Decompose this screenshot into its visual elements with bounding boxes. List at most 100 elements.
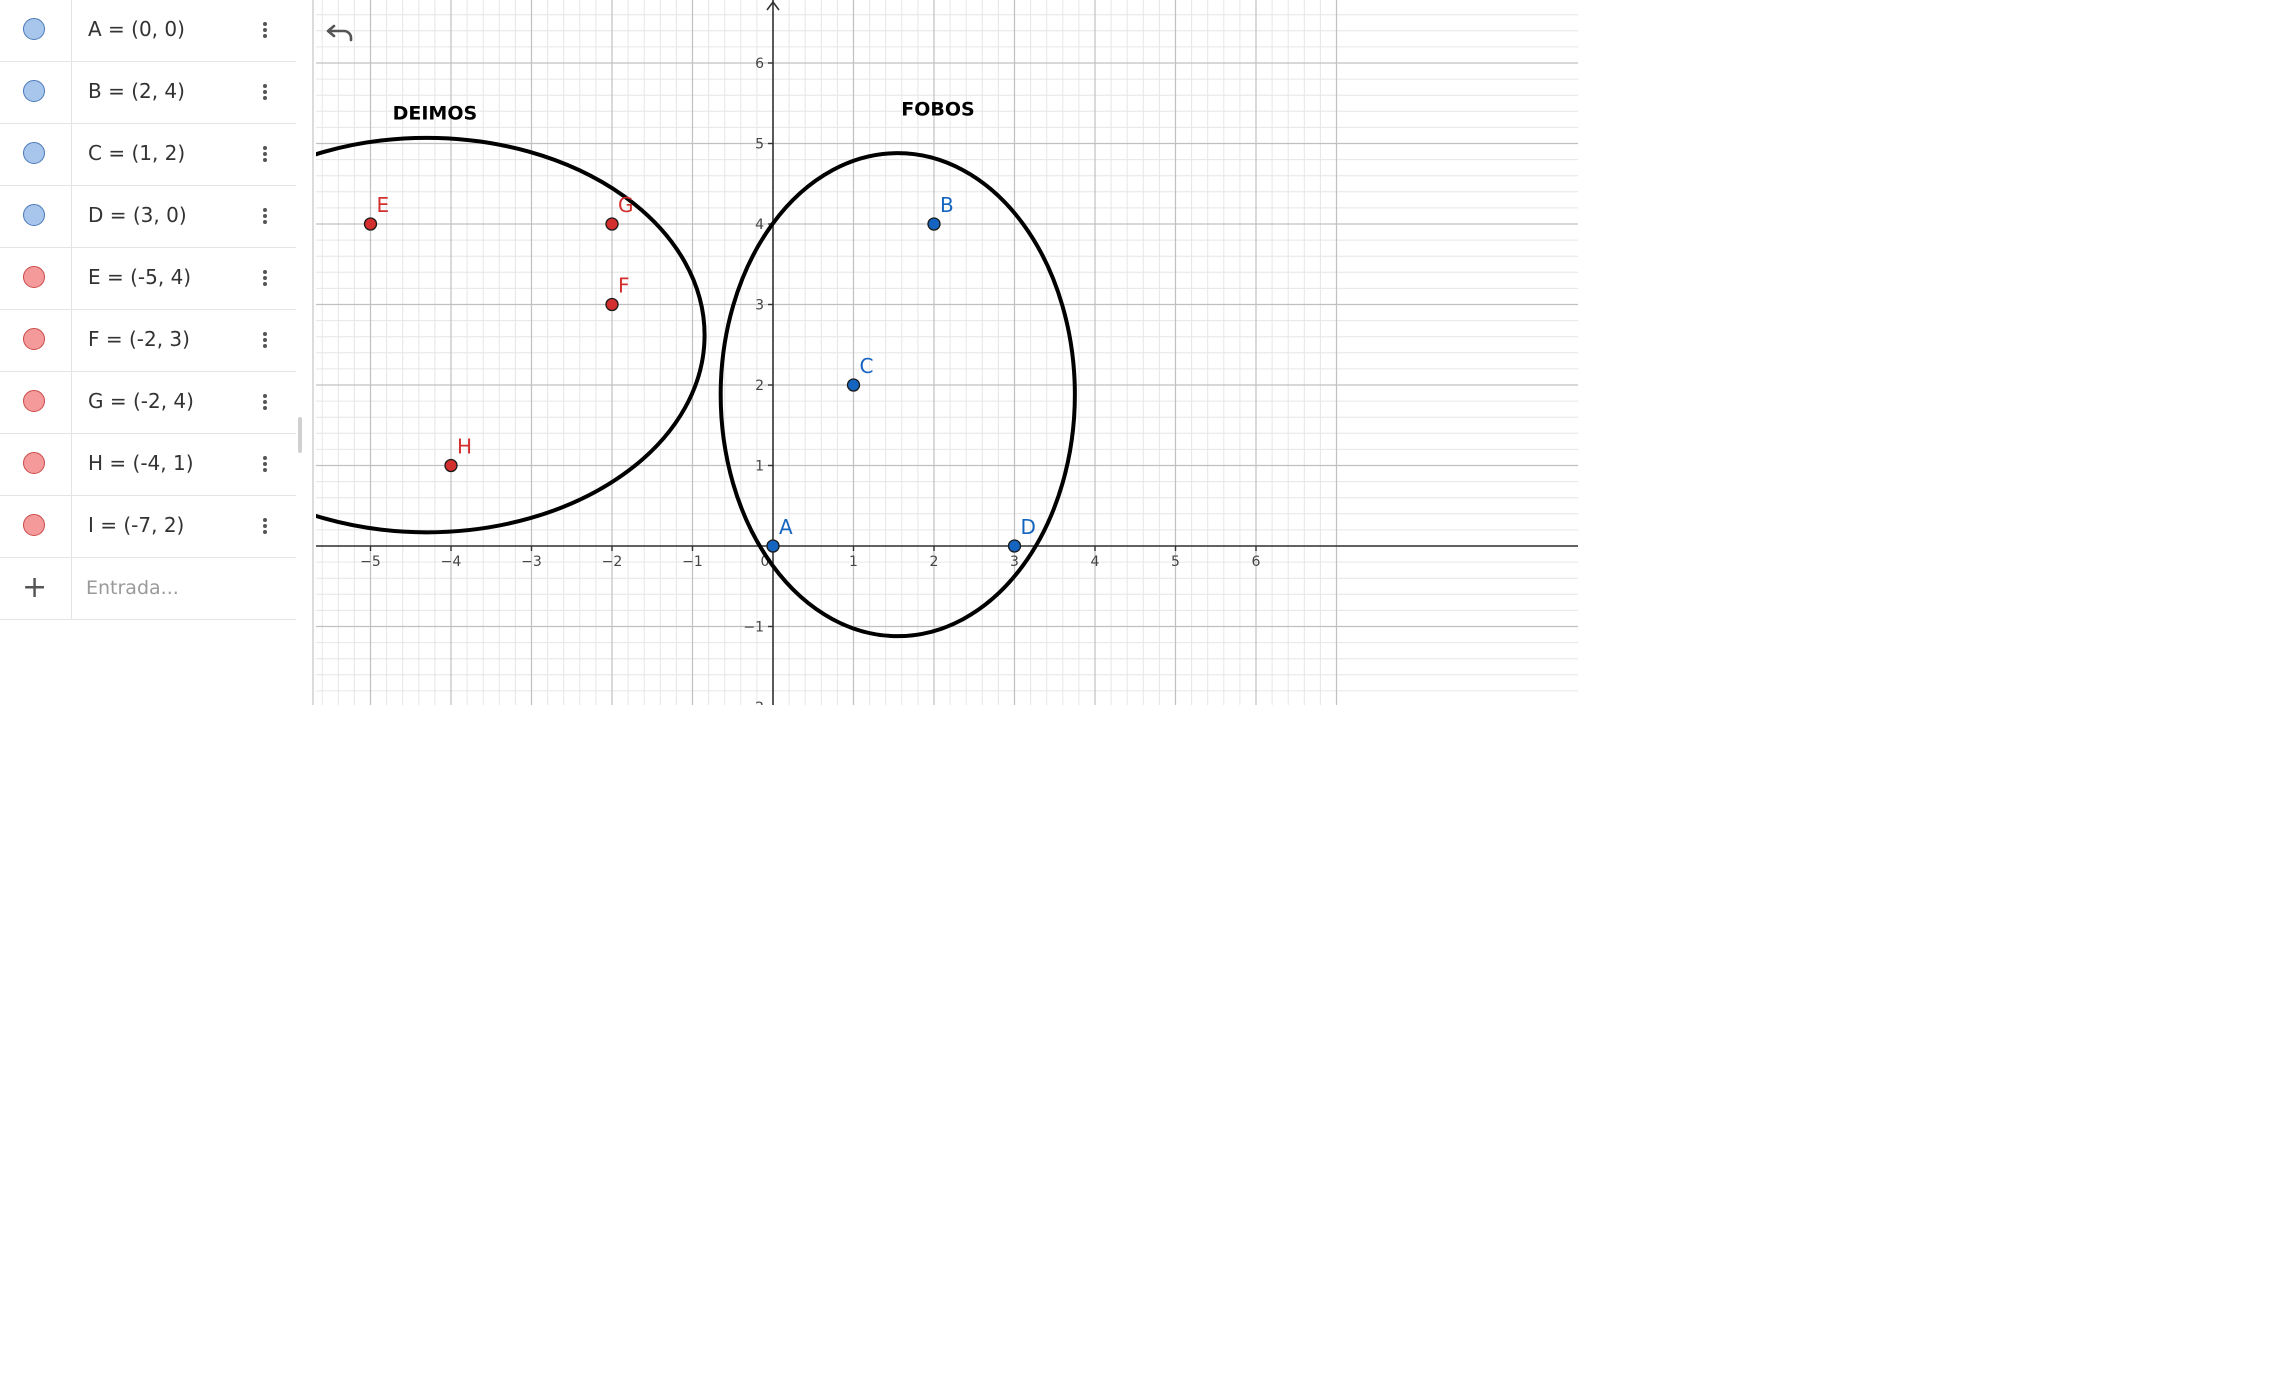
algebra-item-e[interactable]: E = (-5, 4) xyxy=(0,248,296,310)
undo-button[interactable] xyxy=(324,18,360,48)
menu-dot xyxy=(263,220,267,224)
point-h[interactable] xyxy=(444,458,458,473)
visibility-marble-icon[interactable] xyxy=(23,142,45,164)
coordinate-plane[interactable]: −9−8−7−6−5−4−3−2−10123456−2−1123456 ABCD… xyxy=(316,0,1578,705)
menu-dot xyxy=(263,90,267,94)
algebra-item-f[interactable]: F = (-2, 3) xyxy=(0,310,296,372)
visibility-toggle[interactable] xyxy=(0,124,72,185)
vertical-dots-icon[interactable] xyxy=(255,16,275,44)
y-tick-label: 2 xyxy=(755,378,764,394)
algebra-item-i[interactable]: I = (-7, 2) xyxy=(0,496,296,558)
input-bar-row[interactable]: + Entrada... xyxy=(0,558,296,620)
menu-dot xyxy=(263,152,267,156)
point-label-f: F xyxy=(618,274,630,298)
menu-dot xyxy=(263,28,267,32)
menu-dot xyxy=(263,468,267,472)
algebra-expression[interactable]: D = (3, 0) xyxy=(88,203,187,227)
visibility-toggle[interactable] xyxy=(0,434,72,495)
algebra-expression[interactable]: G = (-2, 4) xyxy=(88,389,194,413)
algebra-expression[interactable]: C = (1, 2) xyxy=(88,141,185,165)
y-tick-label: −2 xyxy=(743,700,764,705)
vertical-dots-icon[interactable] xyxy=(255,326,275,354)
menu-dot xyxy=(263,158,267,162)
point-a[interactable] xyxy=(766,539,780,553)
menu-dot xyxy=(263,270,267,274)
x-tick-label: −3 xyxy=(521,554,542,570)
point-f[interactable] xyxy=(605,297,619,312)
menu-dot xyxy=(263,518,267,522)
point-label-d: D xyxy=(1021,515,1036,539)
algebra-item-a[interactable]: A = (0, 0) xyxy=(0,0,296,62)
algebra-item-g[interactable]: G = (-2, 4) xyxy=(0,372,296,434)
y-tick-label: 5 xyxy=(755,137,764,153)
algebra-view: A = (0, 0) B = (2, 4) C = (1, 2) D = (3, 0)… xyxy=(0,0,314,705)
algebra-item-d[interactable]: D = (3, 0) xyxy=(0,186,296,248)
x-tick-label: −5 xyxy=(360,554,381,570)
point-d[interactable] xyxy=(1007,539,1022,553)
visibility-toggle[interactable] xyxy=(0,186,72,247)
visibility-marble-icon[interactable] xyxy=(23,452,45,474)
algebra-expression[interactable]: H = (-4, 1) xyxy=(88,451,194,475)
menu-dot xyxy=(263,208,267,212)
menu-dot xyxy=(263,34,267,38)
menu-dot xyxy=(263,214,267,218)
input-bar-placeholder[interactable]: Entrada... xyxy=(86,577,179,599)
visibility-marble-icon[interactable] xyxy=(23,328,45,350)
visibility-marble-icon[interactable] xyxy=(23,18,45,40)
point-e[interactable] xyxy=(363,217,378,231)
visibility-toggle[interactable] xyxy=(0,496,72,557)
visibility-marble-icon[interactable] xyxy=(23,80,45,102)
x-tick-label: −2 xyxy=(602,554,623,570)
visibility-marble-icon[interactable] xyxy=(23,514,45,536)
visibility-marble-icon[interactable] xyxy=(23,390,45,412)
vertical-dots-icon[interactable] xyxy=(255,512,275,540)
algebra-item-b[interactable]: B = (2, 4) xyxy=(0,62,296,124)
algebra-item-c[interactable]: C = (1, 2) xyxy=(0,124,296,186)
menu-dot xyxy=(263,332,267,336)
vertical-dots-icon[interactable] xyxy=(255,450,275,478)
menu-dot xyxy=(263,456,267,460)
visibility-toggle[interactable] xyxy=(0,310,72,371)
panel-resize-handle[interactable] xyxy=(298,417,302,453)
x-tick-label: 5 xyxy=(1171,554,1180,570)
visibility-toggle[interactable] xyxy=(0,372,72,433)
plus-icon[interactable]: + xyxy=(22,573,47,603)
point-b[interactable] xyxy=(927,217,941,231)
vertical-dots-icon[interactable] xyxy=(255,264,275,292)
fobos-ellipse[interactable] xyxy=(718,151,1077,639)
algebra-expression[interactable]: B = (2, 4) xyxy=(88,79,185,103)
point-c[interactable] xyxy=(846,378,861,392)
x-tick-label: −4 xyxy=(441,554,462,570)
menu-dot xyxy=(263,276,267,280)
visibility-toggle[interactable] xyxy=(0,0,72,61)
algebra-expression[interactable]: A = (0, 0) xyxy=(88,17,185,41)
algebra-expression[interactable]: E = (-5, 4) xyxy=(88,265,191,289)
visibility-toggle[interactable] xyxy=(0,62,72,123)
vertical-dots-icon[interactable] xyxy=(255,202,275,230)
menu-dot xyxy=(263,394,267,398)
vertical-dots-icon[interactable] xyxy=(255,388,275,416)
algebra-expression[interactable]: F = (-2, 3) xyxy=(88,327,190,351)
y-tick-label: −1 xyxy=(743,620,764,636)
deimos-ellipse[interactable] xyxy=(316,135,707,535)
geogebra-app: A = (0, 0) B = (2, 4) C = (1, 2) D = (3, 0)… xyxy=(0,0,1578,705)
point-g[interactable] xyxy=(605,217,619,231)
deimos-label: DEIMOS xyxy=(393,102,478,124)
point-label-c: C xyxy=(860,354,874,378)
vertical-dots-icon[interactable] xyxy=(255,78,275,106)
point-label-b: B xyxy=(940,193,954,217)
visibility-toggle[interactable] xyxy=(0,248,72,309)
add-cell: + xyxy=(0,558,72,619)
menu-dot xyxy=(263,400,267,404)
visibility-marble-icon[interactable] xyxy=(23,266,45,288)
x-tick-label: 6 xyxy=(1252,554,1261,570)
algebra-item-h[interactable]: H = (-4, 1) xyxy=(0,434,296,496)
vertical-dots-icon[interactable] xyxy=(255,140,275,168)
x-tick-label: 1 xyxy=(849,554,858,570)
visibility-marble-icon[interactable] xyxy=(23,204,45,226)
graphics-view[interactable]: −9−8−7−6−5−4−3−2−10123456−2−1123456 ABCD… xyxy=(316,0,1578,705)
menu-dot xyxy=(263,338,267,342)
point-label-a: A xyxy=(779,515,793,539)
algebra-expression[interactable]: I = (-7, 2) xyxy=(88,513,184,537)
menu-dot xyxy=(263,84,267,88)
